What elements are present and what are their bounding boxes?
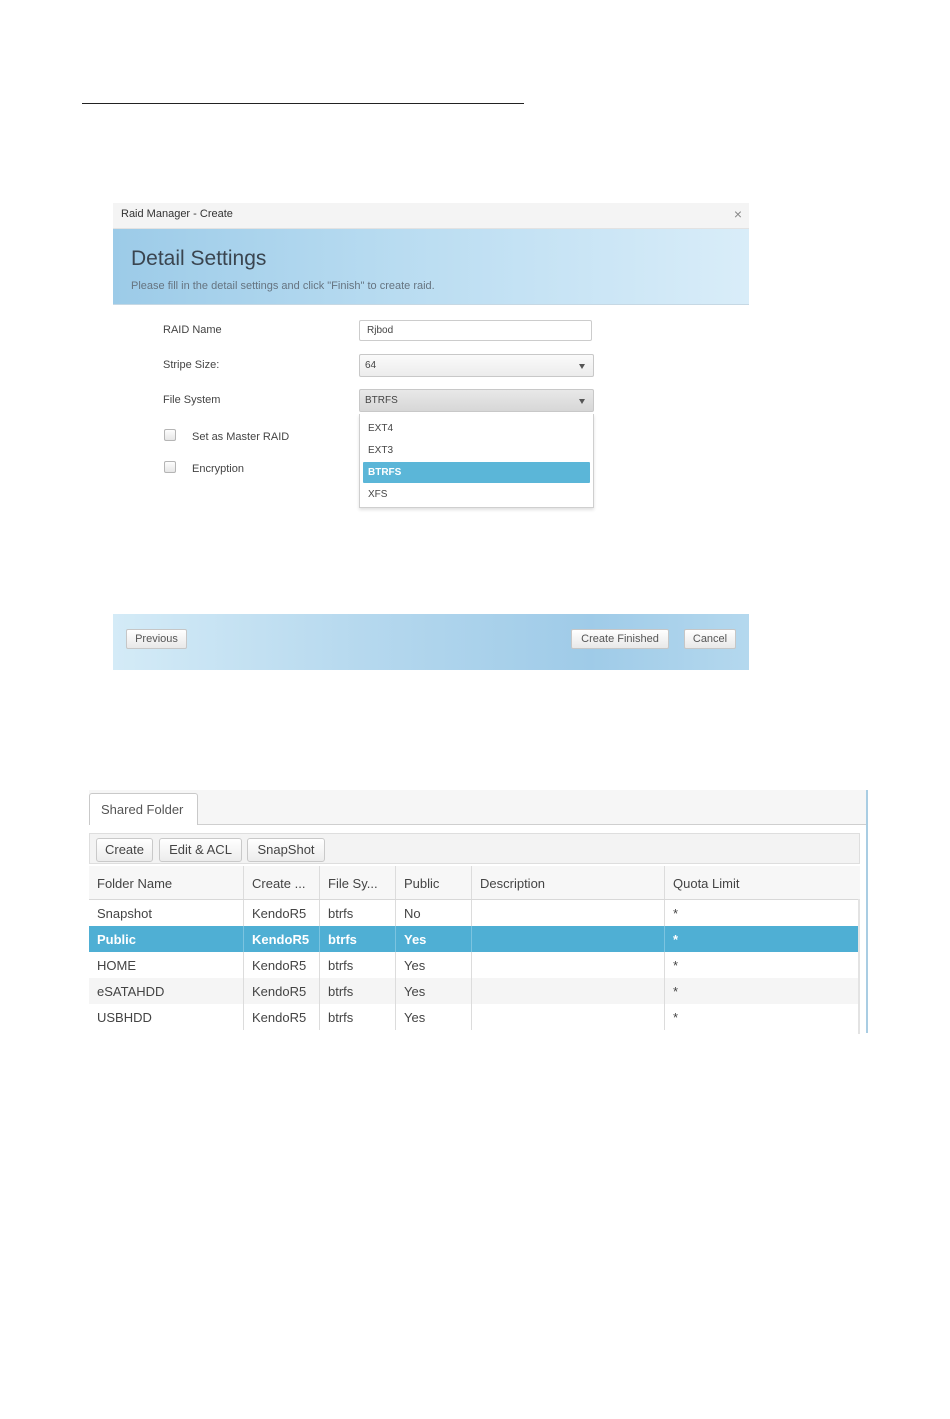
table-row[interactable]: HOME KendoR5 btrfs Yes * [89,952,858,978]
stripe-size-select[interactable]: 64 [359,354,594,377]
page-subtitle: Please fill in the detail settings and c… [131,280,435,292]
close-icon[interactable]: × [734,206,742,222]
raid-name-input[interactable]: Rjbod [359,320,592,341]
column-header-create[interactable]: Create ... [244,866,320,899]
cell-description [472,926,665,952]
stripe-size-label: Stripe Size: [163,359,220,371]
tabstrip: Shared Folder [89,790,866,825]
column-header-folder-name[interactable]: Folder Name [89,866,244,899]
dialog-header: Detail Settings Please fill in the detai… [113,229,749,305]
stripe-size-value: 64 [365,360,377,371]
file-system-label: File System [163,394,221,406]
cell-creator: KendoR5 [244,1004,320,1030]
cell-file-system: btrfs [320,900,396,926]
cell-quota-limit: * [673,932,679,947]
grid-header: Folder Name Create ... File Sy... Public… [89,866,860,900]
dropdown-option-btrfs[interactable]: BTRFS [363,462,590,483]
cell-folder-name: Snapshot [89,900,244,926]
raid-manager-dialog: Raid Manager - Create × Detail Settings … [113,203,749,670]
dialog-footer: Previous Create Finished Cancel [113,614,749,670]
cell-creator: KendoR5 [244,978,320,1004]
cell-public: Yes [396,952,472,978]
chevron-down-icon [579,399,585,404]
cell-file-system: btrfs [320,978,396,1004]
cell-description [472,900,665,926]
file-system-select[interactable]: BTRFS [359,389,594,412]
dialog-titlebar[interactable]: Raid Manager - Create × [113,203,749,229]
master-raid-label: Set as Master RAID [192,431,290,443]
cell-folder-name: Public [89,926,244,952]
file-system-dropdown: EXT4 EXT3 BTRFS XFS [359,414,594,508]
table-row[interactable]: Public KendoR5 btrfs Yes * [89,926,858,952]
shared-folder-panel: Shared Folder Create Edit & ACL SnapShot… [89,790,866,1034]
cancel-button[interactable]: Cancel [684,629,736,649]
create-finished-button[interactable]: Create Finished [571,629,669,649]
create-button[interactable]: Create [96,838,153,862]
cell-public: Yes [396,1004,472,1030]
tab-label: Shared Folder [101,802,184,817]
cell-file-system: btrfs [320,926,396,952]
folder-toolbar: Create Edit & ACL SnapShot [89,833,860,864]
table-row[interactable]: eSATAHDD KendoR5 btrfs Yes * [89,978,858,1004]
cell-folder-name: USBHDD [89,1004,244,1030]
dropdown-option-xfs[interactable]: XFS [363,484,590,505]
cell-description [472,952,665,978]
grid-scroll-edge [858,899,860,1034]
snapshot-button[interactable]: SnapShot [247,838,325,862]
cell-quota-limit: * [673,984,679,999]
table-row[interactable]: USBHDD KendoR5 btrfs Yes * [89,1004,858,1030]
cell-folder-name: eSATAHDD [89,978,244,1004]
section-divider [82,103,524,104]
column-header-quota-limit[interactable]: Quota Limit [665,866,860,899]
cell-quota-limit: * [673,906,679,921]
cell-public: Yes [396,978,472,1004]
cell-quota-limit: * [673,1010,679,1025]
edit-acl-button[interactable]: Edit & ACL [159,838,242,862]
cell-creator: KendoR5 [244,952,320,978]
cell-creator: KendoR5 [244,926,320,952]
column-header-description[interactable]: Description [472,866,665,899]
dropdown-option-ext4[interactable]: EXT4 [363,418,590,439]
previous-button[interactable]: Previous [126,629,187,649]
master-raid-checkbox[interactable] [164,429,176,441]
encryption-label: Encryption [192,463,244,475]
file-system-value: BTRFS [365,395,398,406]
cell-public: No [396,900,472,926]
cell-file-system: btrfs [320,1004,396,1030]
dropdown-option-ext3[interactable]: EXT3 [363,440,590,461]
cell-creator: KendoR5 [244,900,320,926]
page-title: Detail Settings [131,247,267,270]
cell-folder-name: HOME [89,952,244,978]
cell-quota-limit: * [673,958,679,973]
table-row[interactable]: Snapshot KendoR5 btrfs No * [89,900,858,926]
tab-shared-folder[interactable]: Shared Folder [89,793,198,825]
cell-description [472,978,665,1004]
cell-public: Yes [396,926,472,952]
column-header-public[interactable]: Public [396,866,472,899]
panel-border [866,790,868,1033]
cell-description [472,1004,665,1030]
raid-name-label: RAID Name [163,324,222,336]
cell-file-system: btrfs [320,952,396,978]
column-header-file-system[interactable]: File Sy... [320,866,396,899]
chevron-down-icon [579,364,585,369]
encryption-checkbox[interactable] [164,461,176,473]
dialog-title: Raid Manager - Create [121,208,233,220]
